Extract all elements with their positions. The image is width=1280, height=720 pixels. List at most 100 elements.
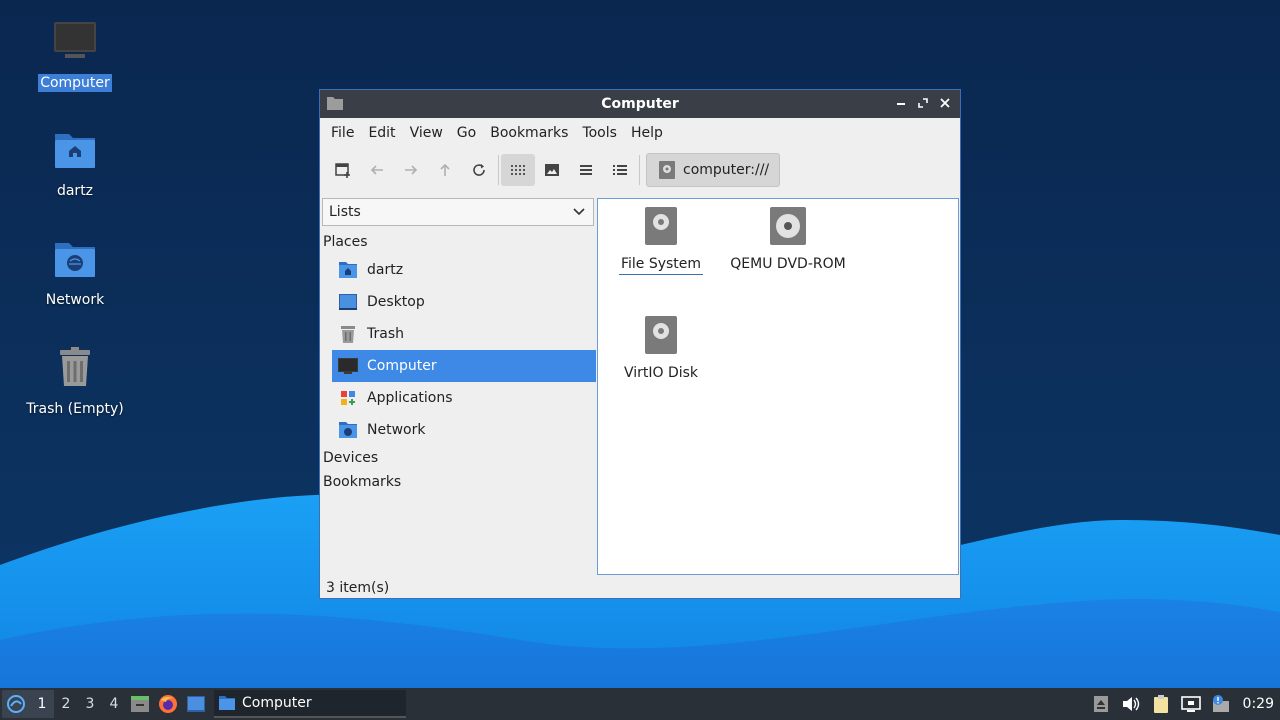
- file-item-virtio-disk[interactable]: VirtIO Disk: [596, 315, 726, 383]
- updates-button[interactable]: [1211, 694, 1231, 714]
- thumbnail-view-button[interactable]: [535, 154, 569, 186]
- info-icon: [1212, 695, 1229, 712]
- system-tray: 0:29: [1091, 694, 1280, 714]
- detailed-list-icon: [613, 165, 627, 175]
- file-manager-launcher[interactable]: [182, 690, 210, 718]
- file-item-label: QEMU DVD-ROM: [730, 256, 846, 272]
- location-text: computer:///: [683, 162, 770, 178]
- file-item-qemu-dvd-rom[interactable]: QEMU DVD-ROM: [723, 206, 853, 274]
- sidebar-item-desktop[interactable]: Desktop: [332, 286, 596, 318]
- desktop-icon: [187, 696, 205, 712]
- restore-icon: [918, 98, 928, 108]
- back-button[interactable]: [360, 154, 394, 186]
- sidebar: Places dartz Desktop Trash Computer Appl…: [320, 230, 596, 494]
- eject-icon: [1093, 696, 1108, 712]
- minimize-button[interactable]: [892, 94, 910, 112]
- clipboard-button[interactable]: [1151, 694, 1171, 714]
- toolbar-separator: [639, 155, 640, 185]
- taskbar-window-label: Computer: [242, 695, 312, 711]
- firefox-launcher[interactable]: [154, 690, 182, 718]
- sidebar-item-label: Computer: [367, 358, 437, 374]
- file-item-label: File System: [618, 256, 704, 275]
- sidebar-item-dartz[interactable]: dartz: [332, 254, 596, 286]
- icon-view-button[interactable]: [501, 154, 535, 186]
- menu-view[interactable]: View: [403, 125, 450, 141]
- drive-icon: [659, 161, 675, 179]
- sidebar-item-computer[interactable]: Computer: [332, 350, 596, 382]
- sidebar-header-places[interactable]: Places: [320, 230, 596, 254]
- file-item-label: VirtIO Disk: [623, 365, 699, 381]
- new-tab-button[interactable]: [326, 154, 360, 186]
- sidebar-item-applications[interactable]: Applications: [332, 382, 596, 414]
- start-menu-button[interactable]: [2, 690, 30, 718]
- sidebar-item-label: dartz: [367, 262, 404, 278]
- forward-button[interactable]: [394, 154, 428, 186]
- sidebar-item-network[interactable]: Network: [332, 414, 596, 446]
- minimize-icon: [897, 103, 905, 105]
- desktop-icon-network[interactable]: Network: [20, 235, 130, 309]
- drive-icon: [645, 207, 677, 245]
- menu-bookmarks[interactable]: Bookmarks: [483, 125, 575, 141]
- home-folder-icon: [55, 134, 95, 168]
- menu-file[interactable]: File: [324, 125, 361, 141]
- show-desktop-icon: [131, 696, 149, 712]
- network-folder-icon: [55, 243, 95, 277]
- file-view[interactable]: File System QEMU DVD-ROM VirtIO Disk: [597, 198, 959, 575]
- computer-icon: [338, 358, 358, 374]
- sidebar-item-trash[interactable]: Trash: [332, 318, 596, 350]
- firefox-icon: [159, 695, 177, 713]
- arrow-left-icon: [370, 165, 383, 175]
- desktop-icon: [339, 294, 357, 310]
- desktop-icon-label: dartz: [56, 183, 94, 199]
- menu-go[interactable]: Go: [450, 125, 483, 141]
- workspace-2[interactable]: 2: [54, 690, 78, 718]
- tray-notification-button[interactable]: [1091, 694, 1111, 714]
- list-icon: [580, 165, 592, 175]
- drive-icon: [645, 316, 677, 354]
- window-title: Computer: [601, 96, 679, 112]
- status-bar: 3 item(s): [326, 580, 390, 596]
- sidebar-item-label: Applications: [367, 390, 453, 406]
- side-pane-mode-select[interactable]: Lists: [322, 198, 594, 226]
- desktop-icon-computer[interactable]: Computer: [20, 18, 130, 92]
- folder-icon: [327, 97, 343, 110]
- taskbar: 1 2 3 4 Computer 0:29: [0, 688, 1280, 720]
- sidebar-header-bookmarks[interactable]: Bookmarks: [320, 470, 596, 494]
- file-item-file-system[interactable]: File System: [596, 206, 726, 275]
- optical-drive-icon: [770, 207, 806, 245]
- close-button[interactable]: [936, 94, 954, 112]
- menu-edit[interactable]: Edit: [361, 125, 402, 141]
- compact-view-button[interactable]: [569, 154, 603, 186]
- taskbar-window-computer[interactable]: Computer: [214, 690, 406, 718]
- desktop-icon-label: Trash (Empty): [26, 401, 124, 417]
- reload-icon: [473, 164, 485, 176]
- maximize-button[interactable]: [914, 94, 932, 112]
- clock[interactable]: 0:29: [1243, 696, 1274, 712]
- desktop-icon-dartz[interactable]: dartz: [20, 126, 130, 200]
- menu-tools[interactable]: Tools: [575, 125, 624, 141]
- volume-button[interactable]: [1121, 694, 1141, 714]
- location-bar[interactable]: computer:///: [646, 153, 781, 187]
- network-button[interactable]: [1180, 694, 1201, 714]
- sidebar-item-label: Network: [367, 422, 426, 438]
- chevron-down-icon: [573, 208, 585, 216]
- trash-icon: [60, 347, 90, 386]
- toolbar-separator: [498, 155, 499, 185]
- up-button[interactable]: [428, 154, 462, 186]
- lubuntu-logo-icon: [7, 695, 25, 713]
- workspace-4[interactable]: 4: [102, 690, 126, 718]
- sidebar-item-label: Desktop: [367, 294, 425, 310]
- workspace-3[interactable]: 3: [78, 690, 102, 718]
- menubar: File Edit View Go Bookmarks Tools Help: [320, 118, 960, 148]
- workspace-1[interactable]: 1: [30, 690, 54, 718]
- desktop-icon-trash[interactable]: Trash (Empty): [20, 344, 130, 418]
- desktop-icon-label: Computer: [38, 74, 112, 92]
- detailed-list-view-button[interactable]: [603, 154, 637, 186]
- show-desktop-launcher[interactable]: [126, 690, 154, 718]
- reload-button[interactable]: [462, 154, 496, 186]
- file-manager-window: Computer File Edit View Go Bookmarks Too…: [319, 89, 961, 599]
- home-folder-icon: [339, 262, 357, 278]
- window-titlebar[interactable]: Computer: [320, 90, 960, 118]
- menu-help[interactable]: Help: [624, 125, 670, 141]
- sidebar-header-devices[interactable]: Devices: [320, 446, 596, 470]
